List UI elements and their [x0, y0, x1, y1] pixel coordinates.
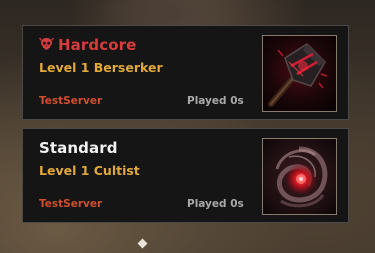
- character-mode-title: Hardcore: [38, 36, 137, 54]
- pagination-indicator[interactable]: [137, 238, 148, 249]
- cultist-vortex-portrait: [262, 138, 337, 215]
- berserker-axe-portrait: [262, 35, 337, 112]
- character-played-time: Played 0s: [187, 198, 244, 210]
- character-card-hardcore[interactable]: Hardcore Level 1 Berserker TestServer Pl…: [22, 25, 349, 120]
- character-server: TestServer: [39, 198, 103, 210]
- skull-icon: [38, 37, 55, 51]
- character-level-class: Level 1 Berserker: [39, 60, 163, 75]
- character-level-class: Level 1 Cultist: [39, 163, 140, 178]
- character-mode-title: Standard: [39, 139, 118, 157]
- character-card-standard[interactable]: Standard Level 1 Cultist TestServer Play…: [22, 128, 349, 223]
- character-mode-label: Hardcore: [58, 36, 137, 54]
- character-played-time: Played 0s: [187, 95, 244, 107]
- character-server: TestServer: [39, 95, 103, 107]
